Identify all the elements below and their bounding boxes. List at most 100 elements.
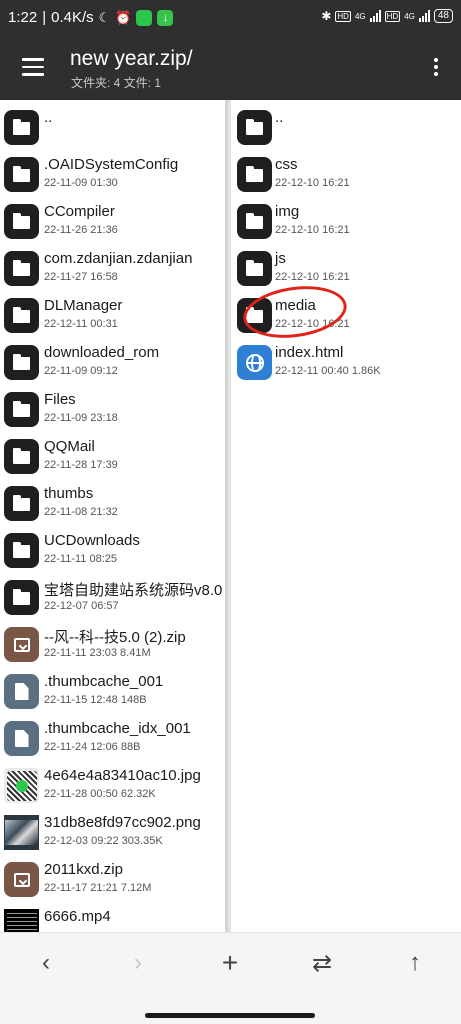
- image-thumbnail: [4, 815, 39, 850]
- file-row[interactable]: 宝塔自助建站系统源码v8.0 22-12-07 06:57: [0, 574, 225, 621]
- file-row[interactable]: .thumbcache_001 22-11-15 12:48 148B: [0, 668, 225, 715]
- file-row[interactable]: 2011kxd.zip 22-11-17 21:21 7.12M: [0, 856, 225, 903]
- video-thumbnail: [4, 909, 39, 932]
- file-name: media: [275, 297, 316, 314]
- file-meta: 22-12-10 16:21: [275, 271, 350, 283]
- file-row[interactable]: media 22-12-10 16:21: [231, 292, 461, 339]
- file-meta: 22-11-11 23:03 8.41M: [44, 647, 151, 659]
- file-row[interactable]: 31db8e8fd97cc902.png 22-12-03 09:22 303.3…: [0, 809, 225, 856]
- file-meta: 22-11-09 09:12: [44, 365, 118, 377]
- more-vert-icon[interactable]: [433, 58, 439, 78]
- hd-badge-2: HD: [384, 10, 401, 22]
- home-indicator[interactable]: [145, 1013, 315, 1018]
- up-directory-button[interactable]: ↑: [395, 943, 435, 983]
- folder-icon: [4, 439, 39, 474]
- file-meta: 22-12-10 16:21: [275, 177, 350, 189]
- bottom-toolbar: ‹ › + ⇄ ↑: [0, 932, 461, 1024]
- menu-icon[interactable]: [22, 58, 44, 76]
- file-meta: 22-12-03 09:22 303.35K: [44, 835, 163, 847]
- folder-icon: [4, 392, 39, 427]
- file-row[interactable]: UCDownloads 22-11-11 08:25: [0, 527, 225, 574]
- left-file-pane[interactable]: .. .OAIDSystemConfig 22-11-09 01:30 CCompil…: [0, 100, 226, 932]
- network-label-2: 4G: [404, 11, 415, 21]
- file-meta: 22-11-17 21:21 7.12M: [44, 882, 152, 894]
- back-button[interactable]: ‹: [26, 943, 66, 983]
- battery-icon: 48: [433, 9, 453, 23]
- file-meta: 22-11-26 21:36: [44, 224, 118, 236]
- add-button[interactable]: +: [210, 943, 250, 983]
- folder-icon: [4, 251, 39, 286]
- file-meta: 22-11-28 00:50 62.32K: [44, 788, 156, 800]
- status-time: 1:22: [8, 9, 38, 26]
- file-row[interactable]: CCompiler 22-11-26 21:36: [0, 198, 225, 245]
- file-name: 31db8e8fd97cc902.png: [44, 814, 201, 831]
- file-row[interactable]: QQMail 22-11-28 17:39: [0, 433, 225, 480]
- file-row[interactable]: ..: [231, 104, 461, 151]
- folder-icon: [4, 580, 39, 615]
- folder-icon: [4, 533, 39, 568]
- file-name: js: [275, 250, 286, 267]
- folder-icon: [237, 110, 272, 145]
- file-meta: 22-11-09 23:18: [44, 412, 118, 424]
- bluetooth-icon: ✱: [321, 9, 332, 23]
- file-name: Files: [44, 391, 76, 408]
- file-meta: 22-12-11 00:40 1.86K: [275, 365, 381, 377]
- file-row[interactable]: com.zdanjian.zdanjian 22-11-27 16:58: [0, 245, 225, 292]
- file-name: thumbs: [44, 485, 94, 502]
- alarm-off-icon: ⏰: [115, 9, 132, 25]
- file-row[interactable]: DLManager 22-12-11 00:31: [0, 292, 225, 339]
- file-name: 2011kxd.zip: [44, 861, 123, 878]
- file-row[interactable]: downloaded_rom 22-11-09 09:12: [0, 339, 225, 386]
- file-name: QQMail: [44, 438, 95, 455]
- folder-icon: [237, 204, 272, 239]
- file-name: UCDownloads: [44, 532, 140, 549]
- file-meta: 22-12-10 16:21: [275, 318, 350, 330]
- file-row[interactable]: thumbs 22-11-08 21:32: [0, 480, 225, 527]
- right-file-pane[interactable]: .. css 22-12-10 16:21 img 22-12-10 16:21 js 22…: [230, 100, 461, 932]
- status-speed: 0.4K/s: [51, 9, 94, 26]
- file-meta: 22-11-11 08:25: [44, 553, 117, 565]
- folder-icon: [237, 157, 272, 192]
- file-row[interactable]: .thumbcache_idx_001 22-11-24 12:06 88B: [0, 715, 225, 762]
- file-meta: 22-12-11 00:31: [44, 318, 118, 330]
- file-name: .OAIDSystemConfig: [44, 156, 179, 173]
- file-row[interactable]: css 22-12-10 16:21: [231, 151, 461, 198]
- status-right: ✱ HD 4G HD 4G 48: [321, 9, 453, 23]
- file-name: --风--科--技5.0 (2).zip: [44, 629, 186, 646]
- file-row[interactable]: ..: [0, 104, 225, 151]
- folder-file-count: 文件夹: 4 文件: 1: [71, 76, 162, 90]
- folder-icon: [237, 298, 272, 333]
- file-name: .thumbcache_idx_001: [44, 720, 191, 737]
- file-row[interactable]: --风--科--技5.0 (2).zip 22-11-11 23:03 8.41M: [0, 621, 225, 668]
- file-row[interactable]: index.html 22-12-11 00:40 1.86K: [231, 339, 461, 386]
- file-name: img: [275, 203, 300, 220]
- file-meta: 22-11-27 16:58: [44, 271, 118, 283]
- status-left: 1:22 | 0.4K/s ☾ ⏰ ↓: [8, 9, 174, 26]
- forward-button[interactable]: ›: [118, 943, 158, 983]
- app-bar: new year.zip/ 文件夹: 4 文件: 1: [0, 40, 461, 100]
- page-title: new year.zip/: [70, 47, 193, 70]
- file-row[interactable]: .OAIDSystemConfig 22-11-09 01:30: [0, 151, 225, 198]
- file-row[interactable]: js 22-12-10 16:21: [231, 245, 461, 292]
- file-row[interactable]: img 22-12-10 16:21: [231, 198, 461, 245]
- file-name: downloaded_rom: [44, 344, 160, 361]
- file-name: 宝塔自助建站系统源码v8.0: [44, 582, 223, 599]
- wechat-icon: [136, 9, 153, 26]
- file-name: ..: [275, 109, 284, 126]
- swap-panes-button[interactable]: ⇄: [302, 943, 342, 983]
- globe-icon: [237, 345, 272, 380]
- file-meta: 22-12-07 06:57: [44, 600, 119, 612]
- signal-icon: [369, 10, 381, 22]
- file-meta: 22-11-24 12:06 88B: [44, 741, 141, 753]
- archive-icon: [4, 627, 39, 662]
- file-name: 6666.mp4: [44, 908, 111, 925]
- file-name: CCompiler: [44, 203, 115, 220]
- file-name: DLManager: [44, 297, 123, 314]
- folder-icon: [237, 251, 272, 286]
- file-row[interactable]: Files 22-11-09 23:18: [0, 386, 225, 433]
- file-row[interactable]: 6666.mp4: [0, 903, 225, 932]
- file-name: .thumbcache_001: [44, 673, 164, 690]
- file-meta: 22-12-10 16:21: [275, 224, 350, 236]
- file-meta: 22-11-15 12:48 148B: [44, 694, 147, 706]
- file-row[interactable]: 4e64e4a83410ac10.jpg 22-11-28 00:50 62.32…: [0, 762, 225, 809]
